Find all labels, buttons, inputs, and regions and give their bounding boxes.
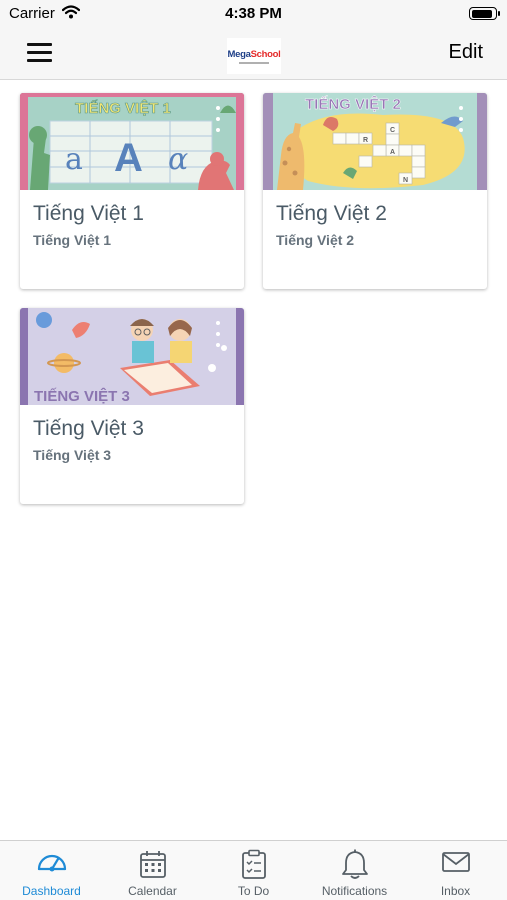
course-card[interactable]: R C A N TIẾNG VIỆT 2 Tiếng Việt 2 Tiếng … xyxy=(263,93,487,289)
megaschool-logo: MegaSchool xyxy=(227,38,281,74)
tab-label: Dashboard xyxy=(22,884,81,898)
envelope-icon xyxy=(441,849,471,878)
course-title: Tiếng Việt 2 xyxy=(276,202,387,225)
more-options-icon[interactable] xyxy=(210,106,226,132)
tab-label: Calendar xyxy=(128,884,177,898)
tab-label: Notifications xyxy=(321,884,388,898)
dashboard-gauge-icon xyxy=(36,849,68,878)
course-image: R C A N TIẾNG VIỆT 2 xyxy=(263,93,487,190)
tab-dashboard[interactable]: Dashboard xyxy=(1,841,102,900)
tab-calendar[interactable]: Calendar xyxy=(102,841,203,900)
tab-inbox[interactable]: Inbox xyxy=(405,841,506,900)
tab-label: Inbox xyxy=(440,884,471,898)
hamburger-menu-icon[interactable] xyxy=(18,40,62,68)
tab-bar: Dashboard Calendar To Do Notifications I… xyxy=(0,840,507,900)
edit-button[interactable]: Edit xyxy=(449,41,483,64)
tab-label: To Do xyxy=(237,884,270,898)
bell-icon xyxy=(341,849,369,884)
status-time: 4:38 PM xyxy=(225,5,282,22)
status-bar: Carrier 4:38 PM xyxy=(0,0,507,28)
course-card[interactable]: TIẾNG VIỆT 3 Tiếng Việt 3 Tiếng Việt 3 xyxy=(20,308,244,504)
course-card[interactable]: TIẾNG VIỆT 1 a A α Tiếng Việt 1 Tiếng Vi… xyxy=(20,93,244,289)
tab-notifications[interactable]: Notifications xyxy=(304,841,405,900)
battery-icon xyxy=(469,7,500,20)
clipboard-checklist-icon xyxy=(241,849,267,884)
course-subtitle: Tiếng Việt 1 xyxy=(33,232,112,248)
more-options-icon[interactable] xyxy=(210,321,226,347)
course-title: Tiếng Việt 3 xyxy=(33,417,144,440)
course-subtitle: Tiếng Việt 2 xyxy=(276,232,355,248)
battery-level xyxy=(471,9,492,18)
more-options-icon[interactable] xyxy=(453,106,469,132)
navigation-bar: MegaSchool Edit xyxy=(0,28,507,80)
course-image: TIẾNG VIỆT 3 xyxy=(20,308,244,405)
tab-todo[interactable]: To Do xyxy=(203,841,304,900)
course-image: TIẾNG VIỆT 1 a A α xyxy=(20,93,244,190)
course-subtitle: Tiếng Việt 3 xyxy=(33,447,112,463)
calendar-icon xyxy=(139,849,167,884)
course-title: Tiếng Việt 1 xyxy=(33,202,144,225)
